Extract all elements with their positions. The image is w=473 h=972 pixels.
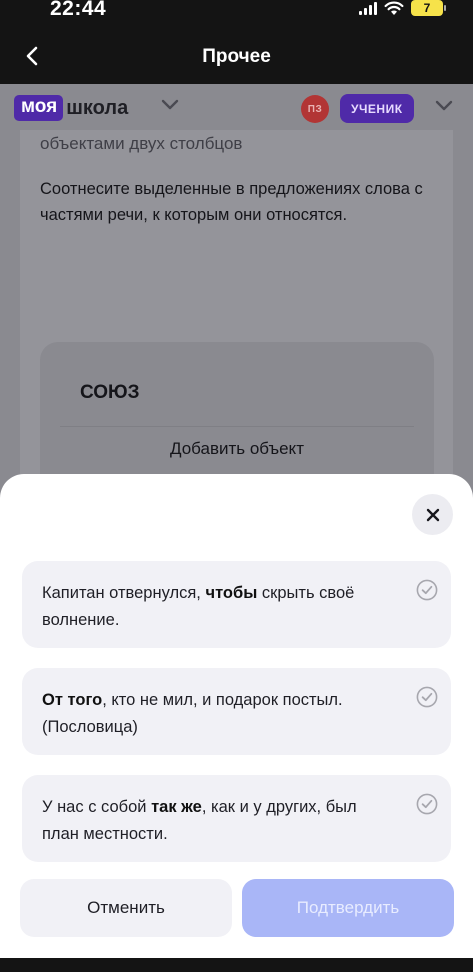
chevron-down-icon[interactable] (160, 97, 180, 111)
option-highlight: так же (151, 798, 202, 816)
avatar[interactable]: ПЗ (301, 95, 329, 123)
bottom-sheet: Капитан отвернулся, чтобы скрыть своё во… (0, 474, 473, 958)
option-highlight: чтобы (205, 584, 258, 602)
cellular-signal-icon (359, 1, 377, 15)
confirm-button[interactable]: Подтвердить (242, 879, 454, 937)
role-chevron-down-icon[interactable] (434, 98, 454, 112)
check-circle-icon[interactable] (416, 793, 438, 815)
cancel-button[interactable]: Отменить (20, 879, 232, 937)
nav-title: Прочее (202, 46, 271, 67)
check-circle-icon[interactable] (416, 686, 438, 708)
option-item[interactable]: У нас с собой так же, как и у других, бы… (22, 775, 451, 862)
option-item[interactable]: Капитан отвернулся, чтобы скрыть своё во… (22, 561, 451, 648)
status-bar: 22:44 7 (0, 0, 473, 28)
task-instruction: Соотнесите выделенные в предложениях сло… (40, 180, 423, 224)
option-text: У нас с собой так же, как и у других, бы… (42, 798, 357, 843)
option-highlight: От того (42, 691, 103, 709)
logo-badge: моя (14, 95, 64, 121)
nav-bar: Прочее (0, 28, 473, 84)
role-badge[interactable]: УЧЕНИК (340, 94, 414, 123)
option-text: Капитан отвернулся, чтобы скрыть своё во… (42, 584, 355, 629)
add-object-button[interactable]: Добавить объект (60, 426, 414, 470)
task-subtitle: объектами двух столбцов (40, 134, 243, 153)
task-card: объектами двух столбцов Соотнесите выдел… (20, 130, 453, 542)
close-icon (426, 508, 439, 521)
check-circle-icon[interactable] (416, 579, 438, 601)
app-header: моя школа ПЗ УЧЕНИК (0, 84, 473, 130)
app-logo[interactable]: моя школа (14, 95, 128, 121)
status-icons: 7 (359, 0, 446, 16)
close-button[interactable] (412, 494, 453, 535)
logo-text: школа (66, 97, 129, 119)
status-time: 22:44 (50, 0, 107, 20)
wifi-icon (384, 1, 404, 15)
target-column-title: СОЮЗ (80, 382, 140, 403)
battery-icon: 7 (411, 0, 446, 16)
option-text: От того, кто не мил, и подарок постыл. (… (42, 691, 343, 736)
option-item[interactable]: От того, кто не мил, и подарок постыл. (… (22, 668, 451, 755)
bottom-bar (0, 958, 473, 972)
